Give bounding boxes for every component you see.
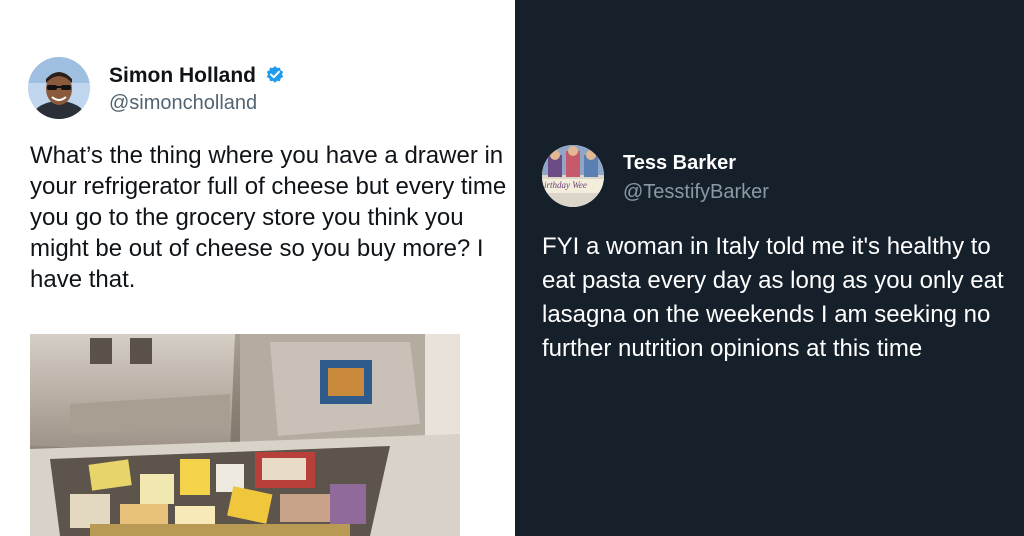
avatar-image (542, 145, 604, 207)
tweet-text: FYI a woman in Italy told me it's health… (542, 233, 1004, 362)
author-handle[interactable]: @simoncholland (109, 92, 257, 115)
author-handle[interactable]: @TesstifyBarker (623, 181, 769, 204)
author-name-row[interactable]: Simon Holland (109, 64, 285, 88)
author-name[interactable]: Simon Holland (109, 64, 256, 87)
tweet-card-simon-holland: Simon Holland @simoncholland What’s the … (0, 0, 515, 536)
verified-badge-icon (265, 65, 285, 85)
avatar-simon-holland[interactable] (28, 57, 90, 119)
avatar-caption: irthday Wee (544, 180, 587, 190)
tweet-photo-cheese-drawer[interactable] (30, 334, 460, 536)
avatar-image (28, 57, 90, 119)
tweet-card-tess-barker: irthday Wee Tess Barker @TesstifyBarker … (515, 0, 1024, 536)
author-name[interactable]: Tess Barker (623, 152, 736, 175)
avatar-tess-barker[interactable]: irthday Wee (542, 145, 604, 207)
refrigerator-photo (30, 334, 460, 536)
tweet-text: What’s the thing where you have a drawer… (30, 142, 507, 293)
